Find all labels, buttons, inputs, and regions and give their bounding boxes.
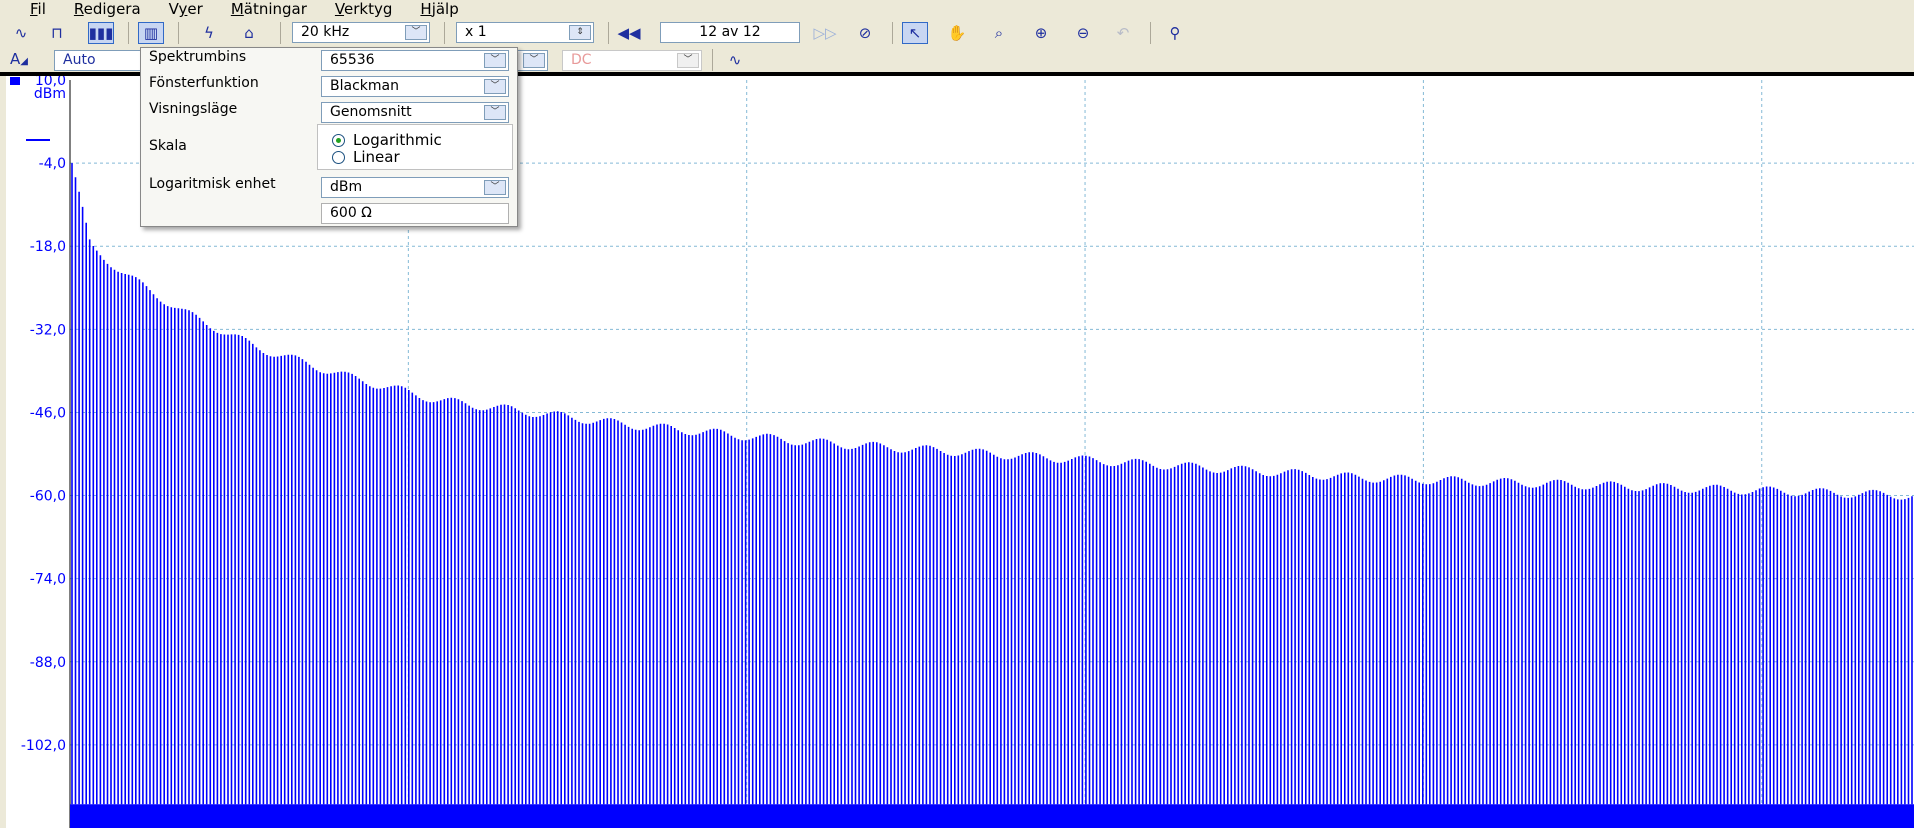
page-indicator: 12 av 12 [660, 22, 800, 43]
spectrum-bins-label: Spektrumbins [149, 49, 247, 65]
menu-item-1[interactable]: Redigera [74, 0, 141, 18]
channel-options-icon[interactable]: ∿ [722, 49, 748, 71]
radio-button-icon[interactable] [332, 133, 345, 147]
window-function-label: Fönsterfunktion [149, 75, 259, 91]
spectrum-options-icon[interactable]: ▥ [138, 22, 164, 44]
persistence-mode-icon[interactable]: ⊓ [44, 22, 70, 44]
menu-item-5[interactable]: Hjälp [420, 0, 458, 18]
window-function-value: Blackman [330, 78, 399, 94]
toolbar: ∿ ⊓ ▮▮▮ ▥ ϟ ⌂ 20 kHz ﹀ x 1 ⇕ ◀◀ 12 av 12… [0, 18, 1914, 49]
channel-a-button[interactable]: A◢ [10, 50, 28, 68]
y-tick-label: -102,0 [21, 738, 66, 754]
spectrum-trace [71, 163, 1913, 805]
home-icon[interactable]: ⌂ [236, 22, 262, 44]
compass-icon[interactable]: ⊘ [852, 22, 878, 44]
chevron-down-icon[interactable]: ﹀ [484, 53, 506, 68]
log-unit-value: dBm [330, 179, 363, 195]
previous-page-icon[interactable]: ◀◀ [616, 22, 642, 44]
lightning-icon[interactable]: ϟ [196, 22, 222, 44]
y-axis-label: dBm [34, 86, 66, 102]
scope-mode-icon[interactable]: ∿ [8, 22, 34, 44]
menu-item-4[interactable]: Verktyg [335, 0, 392, 18]
timebase-value: 20 kHz [301, 24, 350, 40]
y-tick-label: -32,0 [30, 322, 66, 338]
chevron-down-icon[interactable]: ﹀ [484, 105, 506, 120]
window-function-select[interactable]: Blackman ﹀ [321, 76, 509, 97]
log-unit-select[interactable]: dBm ﹀ [321, 177, 509, 198]
hand-icon[interactable]: ✋ [944, 22, 970, 44]
display-mode-select[interactable]: Genomsnitt ﹀ [321, 102, 509, 123]
zoom-overview-icon[interactable]: ⚲ [1162, 22, 1188, 44]
display-mode-label: Visningsläge [149, 101, 238, 117]
coupling-value: DC [571, 52, 592, 68]
spin-icon[interactable]: ⇕ [569, 25, 591, 40]
undo-zoom-icon[interactable]: ↶ [1110, 22, 1136, 44]
coupling-select[interactable]: DC ﹀ [562, 50, 702, 71]
channel-range-select[interactable]: Auto [54, 50, 144, 71]
chevron-down-icon[interactable]: ﹀ [484, 79, 506, 94]
y-tick-label: -74,0 [30, 572, 66, 588]
display-mode-value: Genomsnitt [330, 104, 412, 120]
zoom-in-icon[interactable]: ⊕ [1028, 22, 1054, 44]
chevron-down-icon[interactable]: ﹀ [405, 25, 427, 40]
pointer-icon[interactable]: ↖ [902, 22, 928, 44]
y-tick-label: -18,0 [30, 239, 66, 255]
channel-color-marker [10, 77, 20, 85]
menu-item-0[interactable]: Fil [30, 0, 46, 18]
y-tick-label: -60,0 [30, 489, 66, 505]
spectrum-bins-value: 65536 [330, 52, 375, 68]
y-tick-label: -88,0 [30, 655, 66, 671]
menu-item-2[interactable]: Vyer [169, 0, 203, 18]
radio-button-icon[interactable] [332, 150, 345, 164]
menu-item-3[interactable]: Mätningar [231, 0, 307, 18]
multiplier-stepper[interactable]: x 1 ⇕ [456, 22, 594, 43]
noise-floor [70, 804, 1914, 828]
scale-option-linear[interactable]: Linear [332, 148, 400, 166]
y-tick-label: -4,0 [39, 156, 66, 172]
next-page-icon[interactable]: ▷▷ [812, 22, 838, 44]
spectrum-mode-icon[interactable]: ▮▮▮ [88, 22, 114, 44]
impedance-field[interactable]: 600 Ω [321, 203, 509, 224]
y-tick-label: -46,0 [30, 405, 66, 421]
spectrum-options-popup: Spektrumbins 65536 ﹀ Fönsterfunktion Bla… [140, 47, 518, 227]
chevron-down-icon[interactable]: ﹀ [523, 53, 545, 68]
multiplier-value: x 1 [465, 24, 487, 40]
spectrum-bins-select[interactable]: 65536 ﹀ [321, 50, 509, 71]
menu-bar: Fil Redigera Vyer Mätningar Verktyg Hjälp [0, 0, 1914, 18]
chevron-down-icon[interactable]: ﹀ [677, 53, 699, 68]
timebase-select[interactable]: 20 kHz ﹀ [292, 22, 430, 43]
impedance-value: 600 Ω [330, 205, 372, 221]
zoom-region-icon[interactable]: ⌕ [986, 22, 1012, 44]
log-unit-label: Logaritmisk enhet [149, 176, 276, 192]
channel-range-value: Auto [63, 52, 96, 68]
chevron-down-icon[interactable]: ﹀ [484, 180, 506, 195]
scale-label: Skala [149, 138, 187, 154]
zoom-out-icon[interactable]: ⊖ [1070, 22, 1096, 44]
scale-option-logarithmic[interactable]: Logarithmic [332, 131, 442, 149]
scale-radio-group: Logarithmic Linear [317, 124, 513, 170]
